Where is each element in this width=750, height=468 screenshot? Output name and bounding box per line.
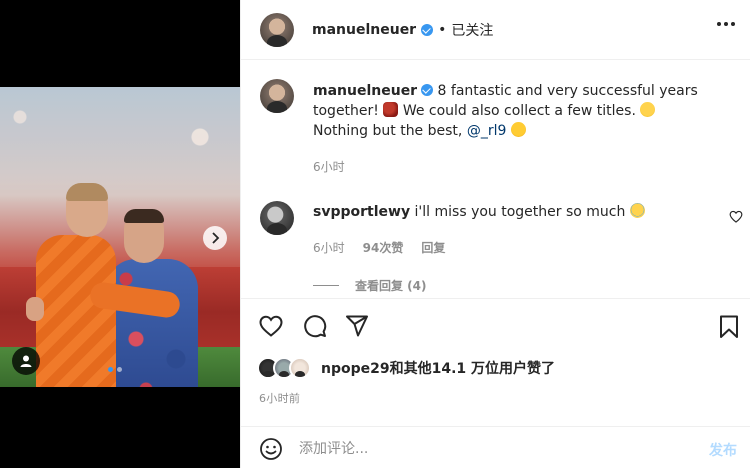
likes-count-text[interactable]: 和其他14.1 万位用户赞了: [390, 361, 555, 377]
post-media-panel: [0, 0, 240, 468]
post-comment-button[interactable]: 发布: [709, 440, 737, 460]
carousel-dot: [117, 367, 122, 372]
comments-section: manuelneuer 8 fantastic and very success…: [241, 61, 750, 297]
post-actions: npope29和其他14.1 万位用户赞了 6小时前: [241, 298, 750, 408]
save-bookmark-icon[interactable]: [719, 315, 739, 339]
more-options-icon[interactable]: [717, 22, 735, 26]
author-avatar[interactable]: [260, 13, 294, 47]
likes-summary[interactable]: npope29和其他14.1 万位用户赞了: [257, 357, 555, 379]
view-replies-label: 查看回复 (4): [355, 279, 427, 293]
crying-emoji: [629, 203, 645, 218]
verified-badge-icon: [421, 24, 434, 36]
hearts-emoji: [383, 102, 399, 117]
liker-avatars: [257, 357, 313, 379]
hug-emoji: [510, 122, 526, 137]
emoji-picker-icon[interactable]: [259, 437, 283, 461]
tagged-users-button[interactable]: [12, 347, 40, 375]
post-timestamp: 6小时前: [259, 392, 301, 405]
liker-avatar: [289, 357, 311, 379]
smile-emoji: [640, 102, 656, 117]
liker-username[interactable]: npope29: [321, 361, 390, 377]
follow-status-button[interactable]: 已关注: [451, 20, 493, 40]
verified-badge-icon: [421, 84, 434, 96]
chevron-right-icon: [212, 232, 220, 244]
goalkeeper-hair: [66, 183, 108, 201]
user-icon: [20, 355, 32, 367]
caption-text-3: Nothing but the best,: [313, 123, 463, 139]
separator-dot: •: [438, 22, 447, 38]
post-header: manuelneuer • 已关注: [241, 0, 750, 60]
post-details-panel: manuelneuer • 已关注 manuelneuer 8 fantasti…: [240, 0, 750, 468]
likes-text: npope29和其他14.1 万位用户赞了: [321, 358, 555, 378]
like-heart-icon[interactable]: [259, 315, 283, 337]
comment-timestamp: 6小时: [313, 241, 345, 255]
comment: svpportlewy i'll miss you together so mu…: [313, 203, 713, 220]
comment-input[interactable]: [299, 439, 679, 459]
goalkeeper-jersey: [36, 235, 116, 387]
share-paper-plane-icon[interactable]: [345, 315, 369, 337]
mention-link[interactable]: @_rl9: [467, 123, 507, 139]
thumbs-up-hand: [26, 297, 44, 321]
caption-username[interactable]: manuelneuer: [313, 83, 417, 99]
comment-bubble-icon[interactable]: [303, 314, 327, 338]
reply-button[interactable]: 回复: [421, 239, 445, 256]
author-username[interactable]: manuelneuer: [312, 22, 416, 38]
caption-author-avatar[interactable]: [260, 79, 294, 113]
caption-timestamp: 6小时: [313, 160, 345, 174]
carousel-indicator: [108, 367, 122, 372]
player-hair: [124, 209, 164, 223]
next-image-button[interactable]: [203, 226, 227, 250]
post-caption: manuelneuer 8 fantastic and very success…: [313, 81, 713, 177]
replies-divider: [313, 285, 339, 286]
commenter-username[interactable]: svpportlewy: [313, 204, 410, 220]
comment-text: i'll miss you together so much: [414, 204, 626, 220]
carousel-dot-active: [108, 367, 113, 372]
caption-text-2: We could also collect a few titles.: [402, 103, 636, 119]
like-comment-heart-icon[interactable]: [729, 210, 743, 223]
view-replies-button[interactable]: 查看回复 (4): [313, 277, 427, 294]
comment-likes-count[interactable]: 94次赞: [363, 239, 404, 256]
commenter-avatar[interactable]: [260, 201, 294, 235]
comment-meta: 6小时 94次赞 回复: [313, 239, 445, 256]
comment-composer: 发布: [241, 426, 750, 468]
